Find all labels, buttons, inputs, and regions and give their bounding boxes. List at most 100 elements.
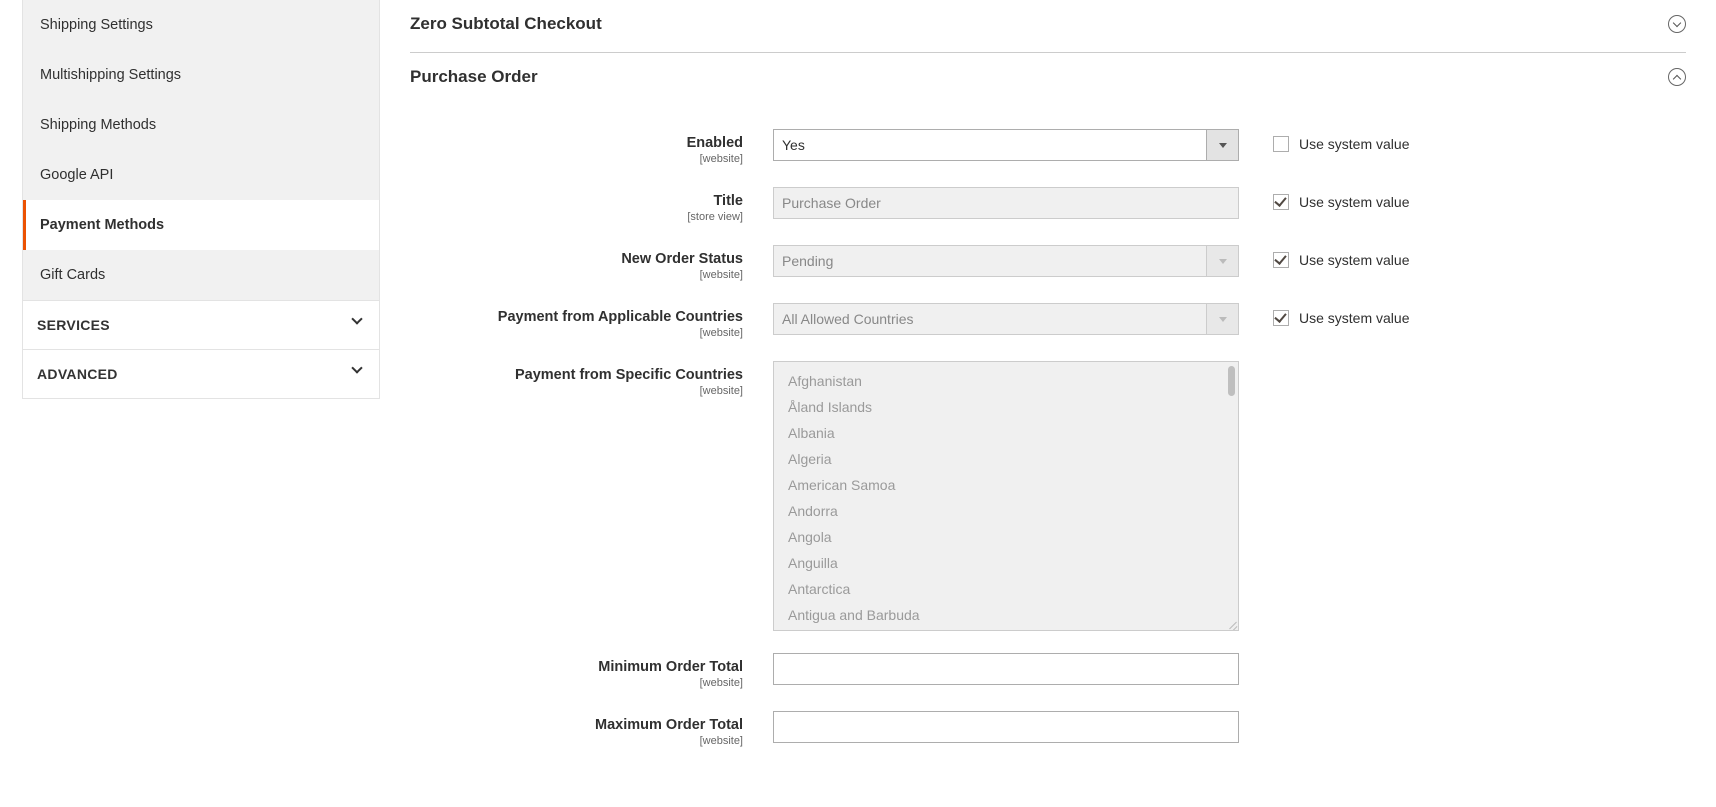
- select-value: Pending: [773, 245, 1207, 277]
- sidebar-section-advanced[interactable]: ADVANCED: [22, 350, 380, 399]
- field-label-col: Title [store view]: [410, 187, 773, 223]
- min-order-total-input[interactable]: [773, 653, 1239, 685]
- field-label: New Order Status: [410, 251, 743, 267]
- title-input: [773, 187, 1239, 219]
- sidebar-section-services[interactable]: SERVICES: [22, 301, 380, 350]
- field-scope: [website]: [410, 269, 743, 281]
- field-label: Payment from Applicable Countries: [410, 309, 743, 325]
- max-order-total-input[interactable]: [773, 711, 1239, 743]
- country-option: Åland Islands: [774, 394, 1238, 420]
- row-enabled: Enabled [website] Yes Use system value: [410, 129, 1686, 165]
- select-value: Yes: [773, 129, 1207, 161]
- triangle-down-icon: [1219, 143, 1227, 148]
- dropdown-button: [1207, 303, 1239, 335]
- field-scope: [store view]: [410, 211, 743, 223]
- field-scope: [website]: [410, 677, 743, 689]
- field-label-col: Maximum Order Total [website]: [410, 711, 773, 747]
- sidebar-item-google-api[interactable]: Google API: [23, 150, 379, 200]
- field-label-col: New Order Status [website]: [410, 245, 773, 281]
- sidebar-section-label: SERVICES: [37, 317, 110, 333]
- row-specific-countries: Payment from Specific Countries [website…: [410, 361, 1686, 631]
- use-system-value-checkbox[interactable]: Use system value: [1273, 194, 1409, 210]
- row-title: Title [store view] Use system value: [410, 187, 1686, 223]
- country-option: Afghanistan: [774, 368, 1238, 394]
- row-max-order-total: Maximum Order Total [website]: [410, 711, 1686, 747]
- row-applicable-countries: Payment from Applicable Countries [websi…: [410, 303, 1686, 339]
- field-extra-col: Use system value: [1239, 187, 1409, 210]
- field-label-col: Minimum Order Total [website]: [410, 653, 773, 689]
- section-zero-subtotal-checkout: Zero Subtotal Checkout: [410, 0, 1686, 53]
- sidebar-group-sales: Shipping Settings Multishipping Settings…: [22, 0, 380, 301]
- section-header-purchase-order[interactable]: Purchase Order: [410, 53, 1686, 105]
- field-extra-col: Use system value: [1239, 245, 1409, 268]
- field-extra-col: [1239, 711, 1273, 718]
- enabled-select[interactable]: Yes: [773, 129, 1239, 161]
- row-min-order-total: Minimum Order Total [website]: [410, 653, 1686, 689]
- checkbox-icon: [1273, 310, 1289, 326]
- country-option: American Samoa: [774, 472, 1238, 498]
- chevron-down-icon: [353, 368, 365, 380]
- country-option: Anguilla: [774, 550, 1238, 576]
- sidebar-item-payment-methods[interactable]: Payment Methods: [23, 200, 379, 250]
- section-purchase-order: Purchase Order Enabled [website] Yes: [410, 53, 1686, 747]
- applicable-countries-select: All Allowed Countries: [773, 303, 1239, 335]
- section-title: Zero Subtotal Checkout: [410, 14, 602, 34]
- checkbox-icon: [1273, 252, 1289, 268]
- expand-icon: [1668, 15, 1686, 33]
- sidebar-item-shipping-methods[interactable]: Shipping Methods: [23, 100, 379, 150]
- sidebar-section-label: ADVANCED: [37, 366, 118, 382]
- field-label: Minimum Order Total: [410, 659, 743, 675]
- collapse-icon: [1668, 68, 1686, 86]
- field-input-col: [773, 653, 1239, 685]
- scrollbar-thumb[interactable]: [1228, 366, 1235, 396]
- checkbox-label: Use system value: [1299, 252, 1409, 268]
- use-system-value-checkbox[interactable]: Use system value: [1273, 136, 1409, 152]
- country-option: Antarctica: [774, 576, 1238, 602]
- sidebar-item-shipping-settings[interactable]: Shipping Settings: [23, 0, 379, 50]
- new-order-status-select: Pending: [773, 245, 1239, 277]
- field-label-col: Enabled [website]: [410, 129, 773, 165]
- dropdown-button[interactable]: [1207, 129, 1239, 161]
- checkbox-icon: [1273, 194, 1289, 210]
- field-input-col: Yes: [773, 129, 1239, 161]
- checkbox-label: Use system value: [1299, 310, 1409, 326]
- dropdown-button: [1207, 245, 1239, 277]
- sidebar: Shipping Settings Multishipping Settings…: [0, 0, 380, 769]
- field-scope: [website]: [410, 327, 743, 339]
- field-label: Maximum Order Total: [410, 717, 743, 733]
- main-content: Zero Subtotal Checkout Purchase Order En…: [380, 0, 1716, 769]
- field-extra-col: [1239, 361, 1273, 368]
- row-new-order-status: New Order Status [website] Pending Use s…: [410, 245, 1686, 281]
- field-extra-col: Use system value: [1239, 303, 1409, 326]
- checkbox-icon: [1273, 136, 1289, 152]
- specific-countries-multiselect: Afghanistan Åland Islands Albania Algeri…: [773, 361, 1239, 631]
- field-label: Enabled: [410, 135, 743, 151]
- field-extra-col: Use system value: [1239, 129, 1409, 152]
- country-option: Albania: [774, 420, 1238, 446]
- field-scope: [website]: [410, 153, 743, 165]
- chevron-down-icon: [353, 319, 365, 331]
- field-input-col: [773, 187, 1239, 219]
- field-input-col: [773, 711, 1239, 743]
- country-option: Algeria: [774, 446, 1238, 472]
- country-option: Angola: [774, 524, 1238, 550]
- multiselect-options: Afghanistan Åland Islands Albania Algeri…: [774, 362, 1238, 631]
- triangle-down-icon: [1219, 259, 1227, 264]
- sidebar-item-multishipping-settings[interactable]: Multishipping Settings: [23, 50, 379, 100]
- section-header-zero-subtotal[interactable]: Zero Subtotal Checkout: [410, 0, 1686, 52]
- field-scope: [website]: [410, 385, 743, 397]
- field-label: Payment from Specific Countries: [410, 367, 743, 383]
- field-input-col: Afghanistan Åland Islands Albania Algeri…: [773, 361, 1239, 631]
- checkbox-label: Use system value: [1299, 136, 1409, 152]
- use-system-value-checkbox[interactable]: Use system value: [1273, 252, 1409, 268]
- select-value: All Allowed Countries: [773, 303, 1207, 335]
- purchase-order-form: Enabled [website] Yes Use system value: [410, 105, 1686, 747]
- sidebar-item-gift-cards[interactable]: Gift Cards: [23, 250, 379, 300]
- use-system-value-checkbox[interactable]: Use system value: [1273, 310, 1409, 326]
- field-scope: [website]: [410, 735, 743, 747]
- field-label-col: Payment from Specific Countries [website…: [410, 361, 773, 397]
- field-label: Title: [410, 193, 743, 209]
- field-input-col: All Allowed Countries: [773, 303, 1239, 335]
- resize-handle-icon[interactable]: [1227, 619, 1237, 629]
- triangle-down-icon: [1219, 317, 1227, 322]
